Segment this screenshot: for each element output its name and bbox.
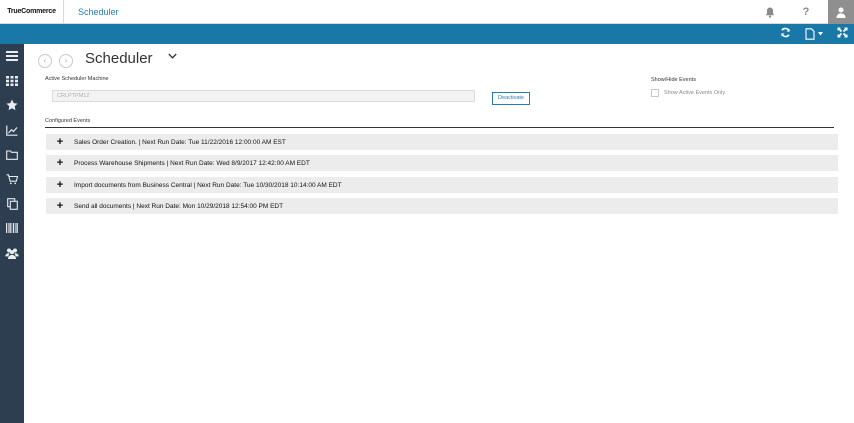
event-label: Send all documents | Next Run Date: Mon … [74, 202, 284, 210]
expand-plus-icon[interactable]: + [46, 155, 74, 171]
divider [45, 127, 834, 128]
event-row[interactable]: + Sales Order Creation. | Next Run Date:… [46, 134, 838, 150]
top-bar: TrueCommerce Scheduler ? [0, 0, 854, 24]
machine-field[interactable]: CRLPTPM12 [52, 90, 475, 102]
user-icon [836, 7, 846, 18]
barcode-icon[interactable] [0, 216, 24, 241]
document-icon [805, 28, 815, 40]
sidebar [0, 44, 24, 423]
event-label: Process Warehouse Shipments | Next Run D… [74, 159, 310, 167]
chevron-down-icon [818, 32, 823, 36]
toolbar-icons [780, 24, 848, 44]
copy-icon[interactable] [0, 192, 24, 217]
event-row[interactable]: + Process Warehouse Shipments | Next Run… [46, 155, 838, 171]
toolbar-band [0, 24, 854, 44]
main-content: ‹ › Scheduler Active Scheduler Machine C… [24, 44, 854, 423]
event-row[interactable]: + Send all documents | Next Run Date: Mo… [46, 198, 838, 214]
machine-label: Active Scheduler Machine [45, 76, 109, 82]
expand-plus-icon[interactable]: + [46, 177, 74, 193]
cart-icon[interactable] [0, 167, 24, 192]
deactivate-button[interactable]: Deactivate [492, 92, 530, 105]
configured-events-label: Configured Events [45, 118, 91, 124]
star-icon[interactable] [0, 93, 24, 118]
menu-icon[interactable] [0, 44, 24, 69]
chart-line-icon[interactable] [0, 118, 24, 143]
title-chevron-down-icon[interactable] [168, 53, 177, 60]
grid-icon[interactable] [0, 69, 24, 94]
app-name[interactable]: Scheduler [78, 0, 119, 24]
event-row[interactable]: + Import documents from Business Central… [46, 177, 838, 193]
users-icon[interactable] [0, 241, 24, 266]
folder-icon[interactable] [0, 142, 24, 167]
expand-plus-icon[interactable]: + [46, 134, 74, 150]
fullscreen-icon[interactable] [837, 27, 848, 41]
truecommerce-logo[interactable]: TrueCommerce [0, 0, 64, 24]
show-hide-events-label: Show/Hide Events [651, 77, 696, 83]
back-button[interactable]: ‹ [38, 54, 52, 68]
top-icons: ? [758, 0, 854, 24]
help-icon[interactable]: ? [794, 0, 818, 24]
forward-button[interactable]: › [59, 54, 73, 68]
document-dropdown-button[interactable] [805, 28, 823, 40]
show-active-events-checkbox[interactable] [651, 89, 659, 97]
event-label: Sales Order Creation. | Next Run Date: T… [74, 138, 286, 146]
page-title[interactable]: Scheduler [85, 50, 153, 67]
expand-plus-icon[interactable]: + [46, 198, 74, 214]
show-active-events-label[interactable]: Show Active Events Only [664, 89, 725, 97]
refresh-icon[interactable] [780, 27, 791, 41]
user-menu-button[interactable] [828, 0, 854, 24]
bell-icon[interactable] [758, 0, 782, 24]
event-label: Import documents from Business Central |… [74, 181, 342, 189]
